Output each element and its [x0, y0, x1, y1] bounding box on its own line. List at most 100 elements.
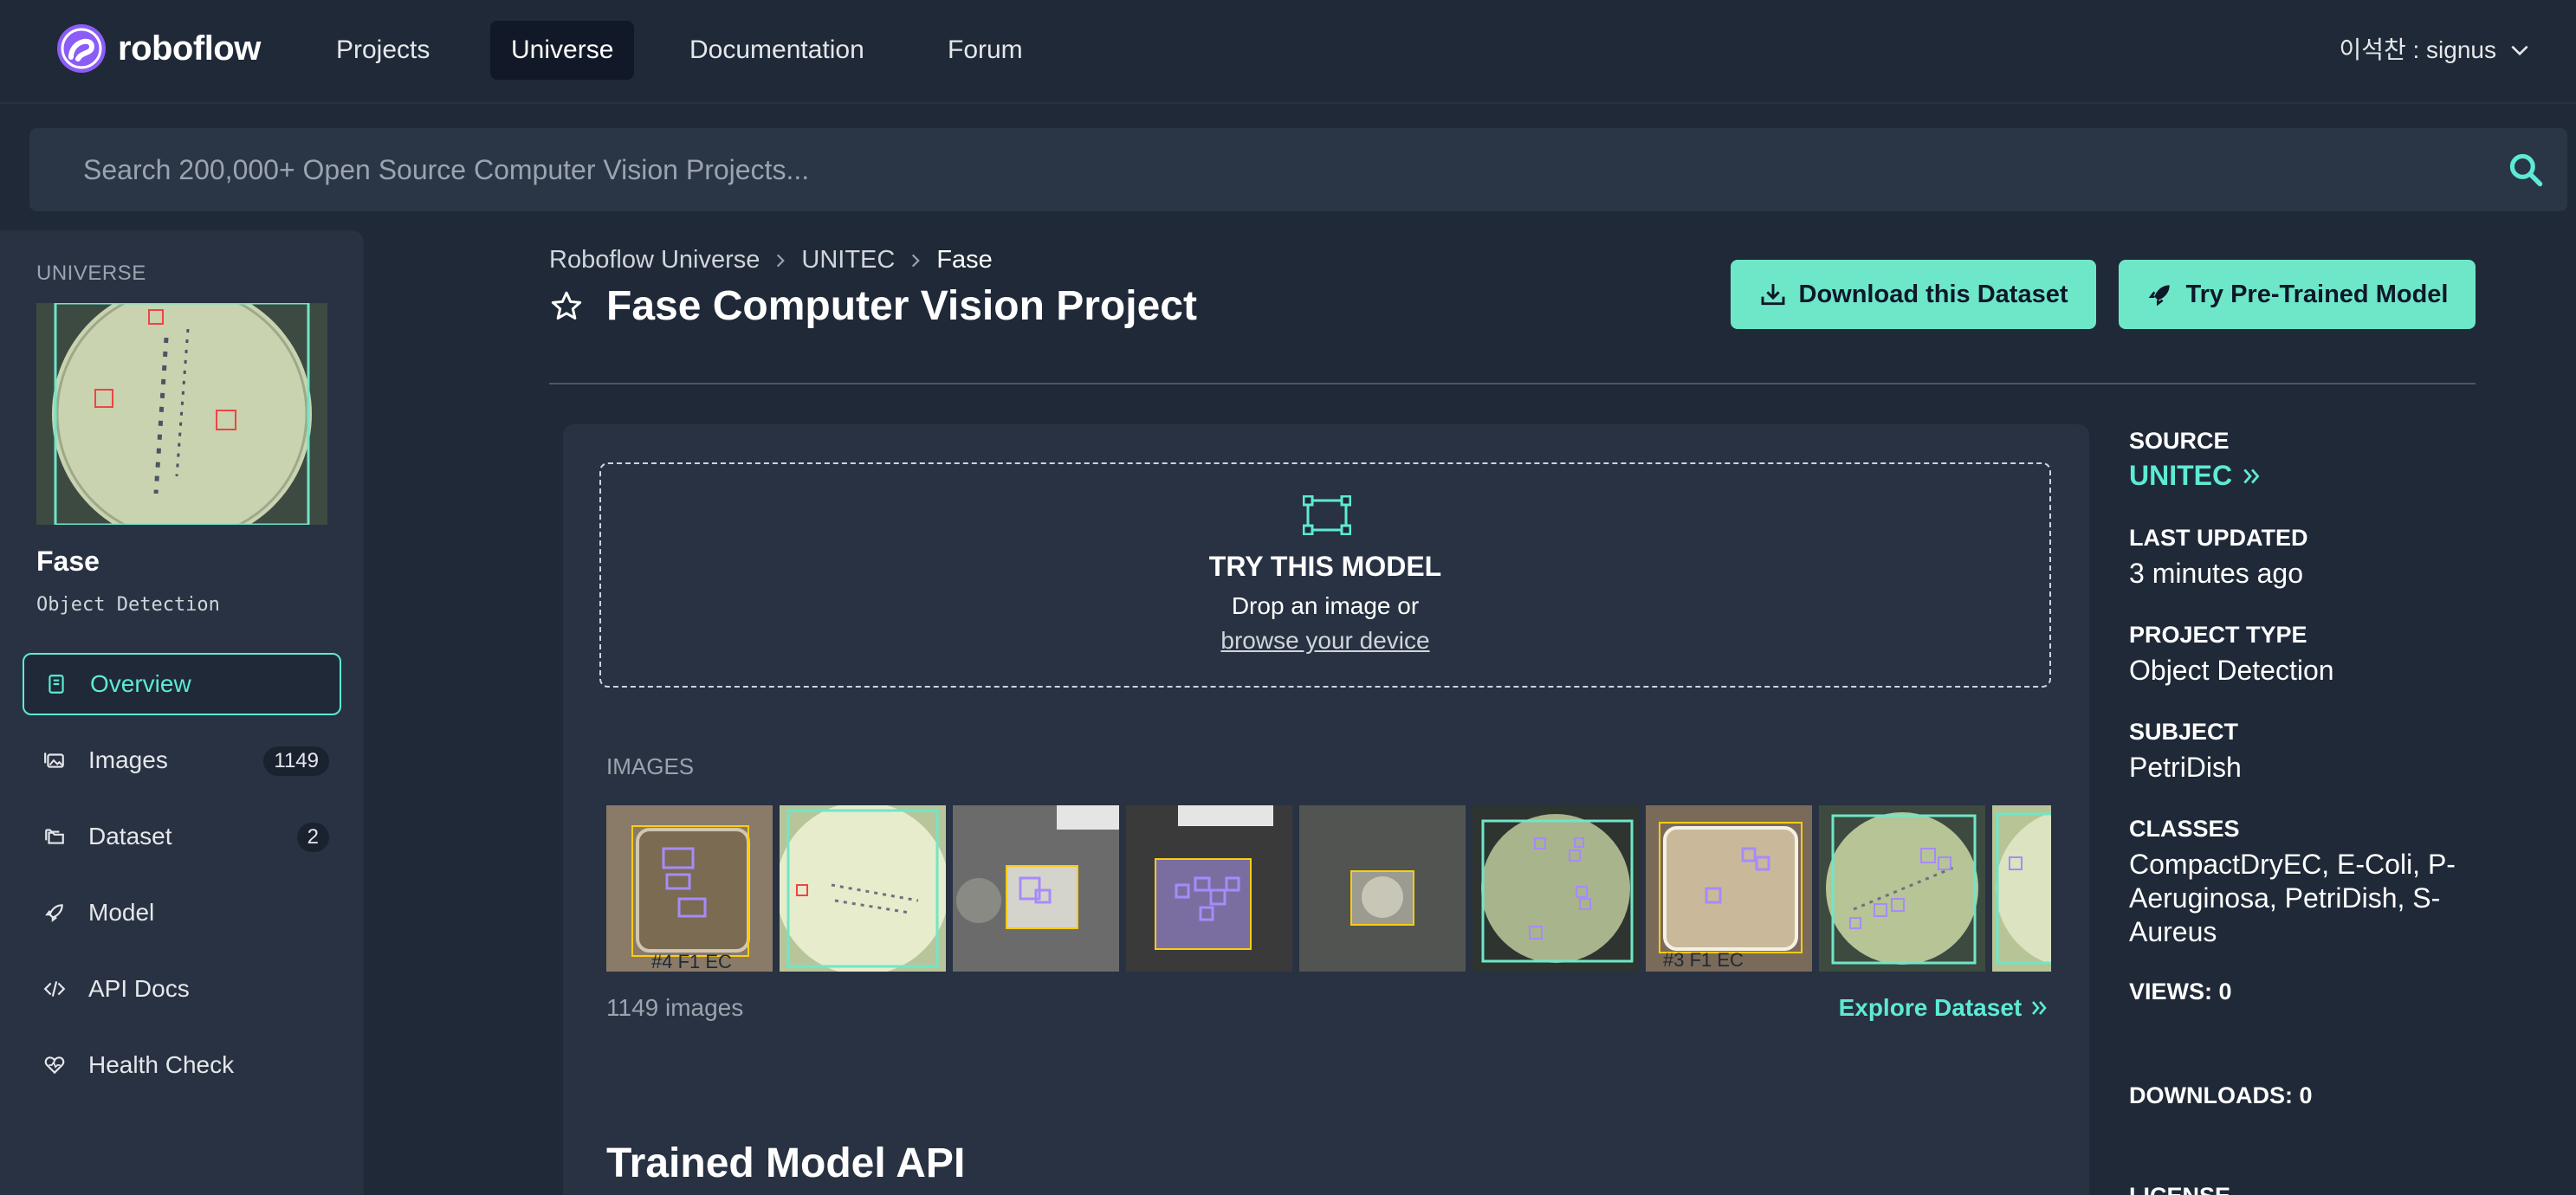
subject-value: PetriDish	[2129, 752, 2242, 783]
double-chevron-right-icon	[2032, 1001, 2047, 1015]
dataset-thumbnail[interactable]	[1126, 805, 1292, 972]
sidebar-item-dataset[interactable]: Dataset 2	[23, 805, 341, 868]
download-dataset-label: Download this Dataset	[1798, 280, 2068, 308]
rocket-icon	[2148, 285, 2170, 307]
bounding-box-icon	[1303, 495, 1351, 535]
sidebar-item-label: Model	[88, 899, 155, 926]
sidebar-kicker: UNIVERSE	[36, 262, 146, 285]
dataset-thumbnail[interactable]	[1299, 805, 1466, 972]
meta-label: SUBJECT	[2129, 719, 2239, 745]
browse-device-link[interactable]: browse your device	[601, 627, 2049, 655]
try-pretrained-label: Try Pre-Trained Model	[2185, 280, 2449, 308]
user-menu[interactable]: 이석찬 : signus	[2339, 21, 2531, 80]
sidebar-item-overview[interactable]: Overview	[23, 653, 341, 715]
download-icon	[1761, 284, 1784, 306]
heart-pulse-icon	[42, 1052, 68, 1078]
views-count: VIEWS: 0	[2129, 979, 2232, 1004]
search-input[interactable]	[83, 128, 2422, 211]
dataset-thumbnail[interactable]	[1819, 805, 1985, 972]
try-pretrained-model-button[interactable]: Try Pre-Trained Model	[2119, 260, 2476, 329]
trained-model-api-title: Trained Model API	[606, 1140, 966, 1186]
meta-label: PROJECT TYPE	[2129, 622, 2307, 648]
code-icon	[42, 976, 68, 1002]
top-nav: roboflow Projects Universe Documentation…	[0, 0, 2576, 104]
sidebar-item-label: Dataset	[88, 823, 172, 849]
sidebar-item-images[interactable]: Images 1149	[23, 729, 341, 791]
sidebar-item-label: Health Check	[88, 1051, 235, 1078]
dataset-thumbnail[interactable]	[1992, 805, 2051, 972]
meta-views: VIEWS: 0	[2129, 979, 2545, 1005]
nav-forum[interactable]: Forum	[927, 21, 1044, 80]
brand-name: roboflow	[118, 29, 261, 68]
double-chevron-right-icon	[2243, 468, 2260, 484]
dataset-thumbnail[interactable]: #4 F1 EC	[606, 805, 773, 972]
explore-dataset-link[interactable]: Explore Dataset	[1839, 994, 2049, 1022]
meta-subject: SUBJECT PetriDish	[2129, 719, 2545, 785]
breadcrumb-workspace[interactable]: UNITEC	[801, 246, 895, 275]
try-model-title: TRY THIS MODEL	[1208, 551, 1442, 582]
meta-project-type: PROJECT TYPE Object Detection	[2129, 622, 2545, 688]
meta-label: LAST UPDATED	[2129, 525, 2308, 551]
sidebar-item-label: API Docs	[88, 975, 190, 1002]
dataset-thumbnail[interactable]: #3 F1 EC	[1646, 805, 1812, 972]
roboflow-logo[interactable]: roboflow	[57, 24, 261, 73]
sidebar-project-name: Fase	[36, 546, 100, 577]
meta-last-updated: LAST UPDATED 3 minutes ago	[2129, 525, 2545, 591]
nav-documentation[interactable]: Documentation	[669, 21, 885, 80]
image-strip: #4 F1 EC #3 F1 EC	[606, 805, 2051, 972]
explore-dataset-label: Explore Dataset	[1838, 994, 2023, 1021]
nav-projects[interactable]: Projects	[315, 21, 450, 80]
meta-label: LICENSE	[2129, 1183, 2545, 1195]
meta-downloads: DOWNLOADS: 0	[2129, 1082, 2545, 1109]
downloads-count: DOWNLOADS: 0	[2129, 1082, 2313, 1108]
meta-source: SOURCE UNITEC	[2129, 428, 2545, 492]
try-model-dropzone[interactable]: TRY THIS MODEL Drop an image or browse y…	[599, 462, 2051, 688]
page-title: Fase Computer Vision Project	[606, 283, 1197, 329]
book-icon	[43, 671, 69, 697]
overview-card: TRY THIS MODEL Drop an image or browse y…	[563, 424, 2089, 1195]
project-type-value: Object Detection	[2129, 655, 2334, 686]
chevron-down-icon	[2511, 45, 2528, 56]
breadcrumb-project: Fase	[936, 246, 993, 274]
svg-text:#3 F1 EC: #3 F1 EC	[1663, 949, 1744, 971]
sidebar-project-type: Object Detection	[36, 594, 220, 616]
source-link[interactable]: UNITEC	[2129, 460, 2545, 492]
images-section-label: IMAGES	[606, 753, 695, 779]
user-name: 이석찬 : signus	[2339, 36, 2496, 63]
breadcrumb-universe[interactable]: Roboflow Universe	[549, 246, 760, 275]
folders-icon	[42, 824, 68, 849]
dataset-count-badge: 2	[296, 823, 329, 852]
sidebar-item-model[interactable]: Model	[23, 882, 341, 944]
nav-universe[interactable]: Universe	[490, 21, 635, 80]
search-icon[interactable]	[2507, 151, 2545, 189]
chevron-right-icon	[912, 254, 921, 267]
chevron-right-icon	[777, 254, 786, 267]
try-model-text: Drop an image or	[1231, 592, 1420, 619]
sidebar-item-health-check[interactable]: Health Check	[23, 1034, 341, 1096]
sidebar-item-label: Images	[88, 746, 168, 773]
meta-classes: CLASSES CompactDryEC, E-Coli, P-Aerugino…	[2129, 816, 2476, 949]
dataset-thumbnail[interactable]	[1472, 805, 1639, 972]
rocket-icon	[42, 900, 68, 926]
images-icon	[42, 747, 68, 773]
breadcrumb: Roboflow Universe UNITEC Fase	[549, 246, 993, 275]
header-divider	[549, 383, 2476, 384]
meta-label: CLASSES	[2129, 816, 2240, 842]
star-icon[interactable]	[549, 289, 584, 324]
meta-license: LICENSE	[2129, 1183, 2545, 1195]
last-updated-value: 3 minutes ago	[2129, 558, 2304, 589]
sidebar: UNIVERSE Fase Object Detection Overview …	[0, 230, 364, 1195]
svg-text:#4 F1 EC: #4 F1 EC	[651, 951, 732, 972]
roboflow-logo-icon	[57, 24, 106, 73]
dataset-thumbnail[interactable]	[953, 805, 1119, 972]
download-dataset-button[interactable]: Download this Dataset	[1731, 260, 2096, 329]
sidebar-item-label: Overview	[90, 670, 191, 697]
sidebar-item-api-docs[interactable]: API Docs	[23, 958, 341, 1020]
search-bar	[29, 128, 2567, 211]
project-thumbnail	[36, 303, 327, 525]
image-count: 1149 images	[606, 994, 744, 1021]
images-count-badge: 1149	[263, 746, 329, 776]
page-title-row: Fase Computer Vision Project	[549, 282, 1197, 330]
dataset-thumbnail[interactable]	[780, 805, 946, 972]
source-value: UNITEC	[2129, 460, 2233, 491]
